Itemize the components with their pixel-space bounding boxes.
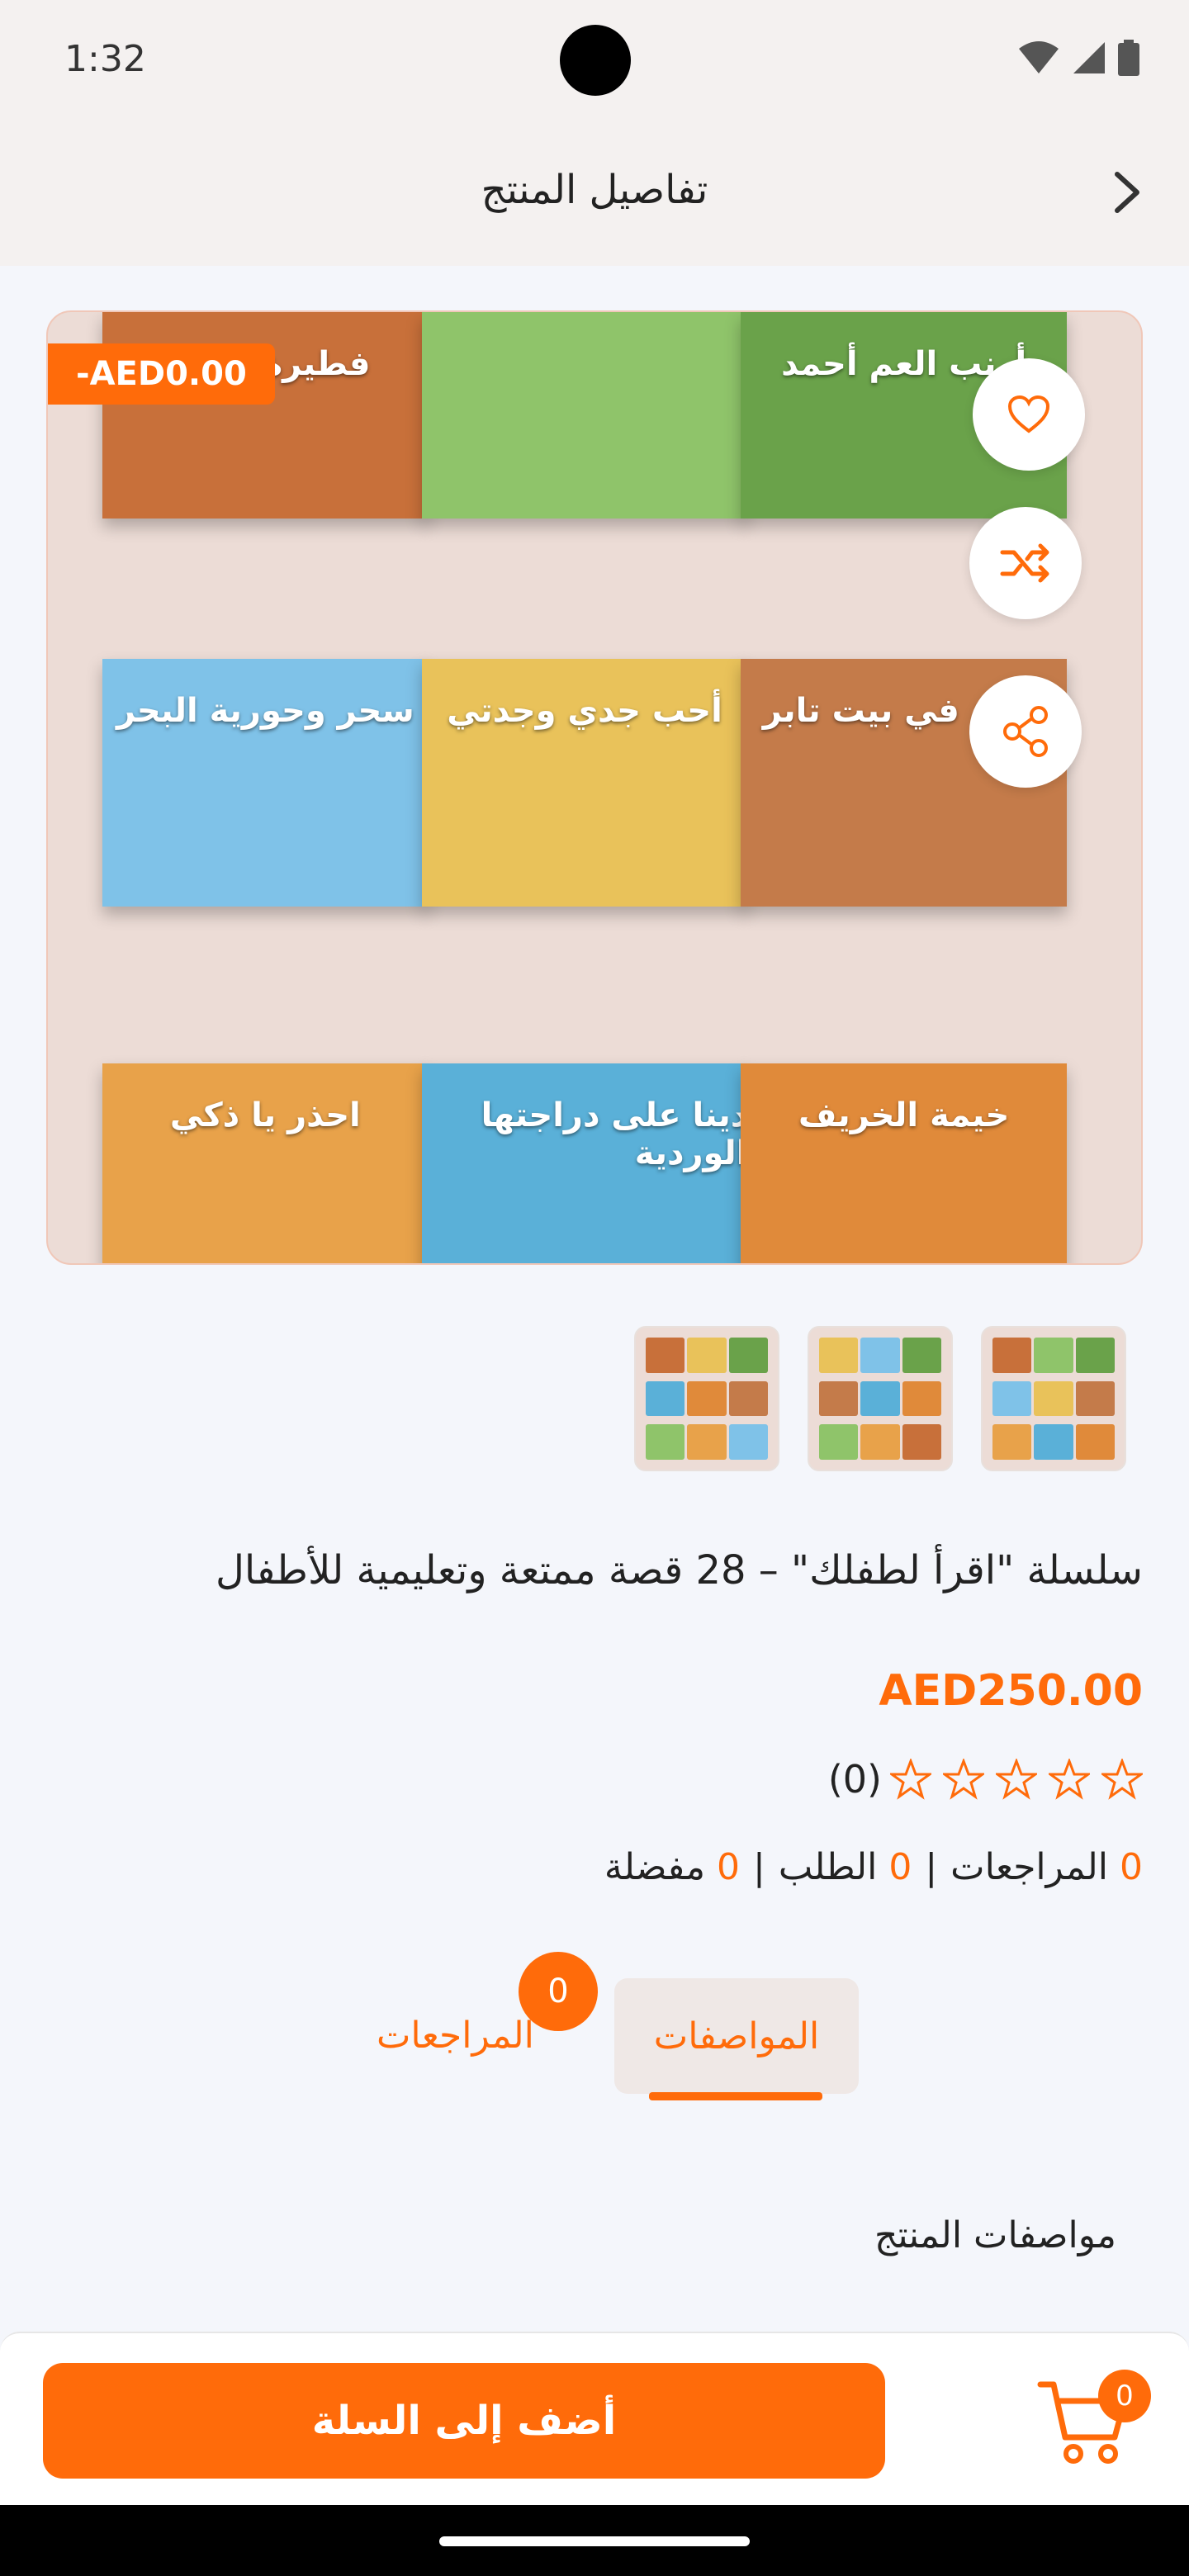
back-button[interactable]	[1098, 163, 1156, 221]
star-icon	[1049, 1759, 1090, 1800]
share-icon	[1003, 706, 1048, 757]
favorites-stat: 0 مفضلة	[604, 1846, 741, 1888]
book-title: دينا على دراجتها الوردية	[481, 1096, 748, 1172]
reviews-stat: 0 المراجعات	[950, 1846, 1143, 1888]
book-title: سحر وحورية البحر	[116, 692, 414, 730]
stat-separator: |	[925, 1846, 938, 1888]
share-button[interactable]	[969, 675, 1082, 788]
wifi-icon	[1019, 41, 1059, 73]
compare-button[interactable]	[969, 507, 1082, 619]
orders-stat: 0 الطلب	[778, 1846, 912, 1888]
thumbnail-strip	[634, 1326, 1126, 1471]
tab-specifications[interactable]: المواصفات	[614, 1978, 859, 2094]
specs-section-title: مواصفات المنتج	[874, 2214, 1116, 2256]
star-rating	[890, 1759, 1143, 1800]
gallery-thumbnail[interactable]	[634, 1326, 779, 1471]
product-title: سلسلة "اقرأ لطفلك" – 28 قصة ممتعة وتعليم…	[215, 1547, 1143, 1593]
status-icons	[1017, 40, 1139, 76]
book-cover: أحب جدي وجدتي	[421, 659, 748, 907]
heart-icon	[1007, 395, 1050, 433]
cart-count-badge: 0	[1098, 2370, 1151, 2422]
system-nav-bar	[0, 2505, 1189, 2576]
home-gesture-handle[interactable]	[439, 2536, 750, 2546]
active-tab-indicator	[649, 2092, 822, 2100]
status-bar: 1:32	[0, 0, 1189, 124]
book-cover: سحر وحورية البحر	[102, 659, 429, 907]
book-title: احذر يا ذكي	[169, 1096, 361, 1134]
cart-button[interactable]: 0	[1037, 2370, 1151, 2469]
book-row: سحر وحورية البحر أحب جدي وجدتي قصة في بيت …	[102, 659, 1068, 907]
rating-count: (0)	[827, 1757, 882, 1802]
book-title: خيمة الخريف	[798, 1096, 1010, 1134]
book-cover: خيمة الخريف	[741, 1063, 1068, 1263]
chevron-right-icon	[1115, 172, 1139, 213]
book-cover	[421, 312, 748, 519]
book-cover: دينا على دراجتها الوردية	[421, 1063, 748, 1263]
battery-icon	[1118, 40, 1139, 76]
wishlist-button[interactable]	[973, 358, 1085, 471]
star-icon	[1101, 1759, 1143, 1800]
product-image-gallery[interactable]: فطيرة التوتأرنب العم أحمد سحر وحورية الب…	[46, 310, 1143, 1265]
star-icon	[996, 1759, 1037, 1800]
star-icon	[943, 1759, 984, 1800]
star-icon	[890, 1759, 931, 1800]
page-title: تفاصيل المنتج	[481, 167, 708, 213]
camera-cutout	[560, 25, 631, 96]
tab-reviews[interactable]: المراجعات	[377, 2015, 534, 2057]
reviews-count-badge: 0	[519, 1952, 598, 2031]
signal-icon	[1073, 42, 1105, 73]
status-time: 1:32	[64, 38, 146, 80]
discount-badge: -AED0.00	[48, 343, 275, 405]
gallery-thumbnail[interactable]	[981, 1326, 1126, 1471]
book-row: احذر يا ذكي دينا على دراجتها الوردية خيمة …	[102, 1063, 1068, 1263]
book-cover: احذر يا ذكي	[102, 1063, 429, 1263]
product-price: AED250.00	[879, 1666, 1143, 1716]
book-title: أحب جدي وجدتي	[447, 692, 722, 730]
product-stats: 0 المراجعات | 0 الطلب | 0 مفضلة	[604, 1846, 1143, 1888]
shuffle-icon	[1000, 543, 1049, 583]
stat-separator: |	[753, 1846, 765, 1888]
rating: (0)	[828, 1757, 1143, 1802]
add-to-cart-button[interactable]: أضف إلى السلة	[43, 2363, 885, 2479]
bottom-action-bar: أضف إلى السلة 0	[0, 2332, 1189, 2505]
app-header: تفاصيل المنتج	[0, 124, 1189, 266]
gallery-thumbnail[interactable]	[808, 1326, 953, 1471]
